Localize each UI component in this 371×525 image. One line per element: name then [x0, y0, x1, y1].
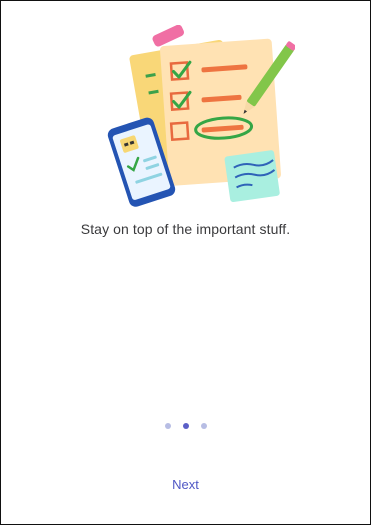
page-indicator-dot-3[interactable]: [200, 423, 207, 429]
page-indicator: [1, 423, 370, 429]
page-indicator-dot-1[interactable]: [164, 423, 171, 429]
next-button[interactable]: Next: [1, 477, 370, 492]
onboarding-tagline: Stay on top of the important stuff.: [80, 221, 291, 237]
page-indicator-dot-2-active[interactable]: [182, 423, 189, 429]
onboarding-screen: Stay on top of the important stuff. Next: [0, 0, 371, 525]
checklist-illustration-icon: [107, 25, 295, 207]
